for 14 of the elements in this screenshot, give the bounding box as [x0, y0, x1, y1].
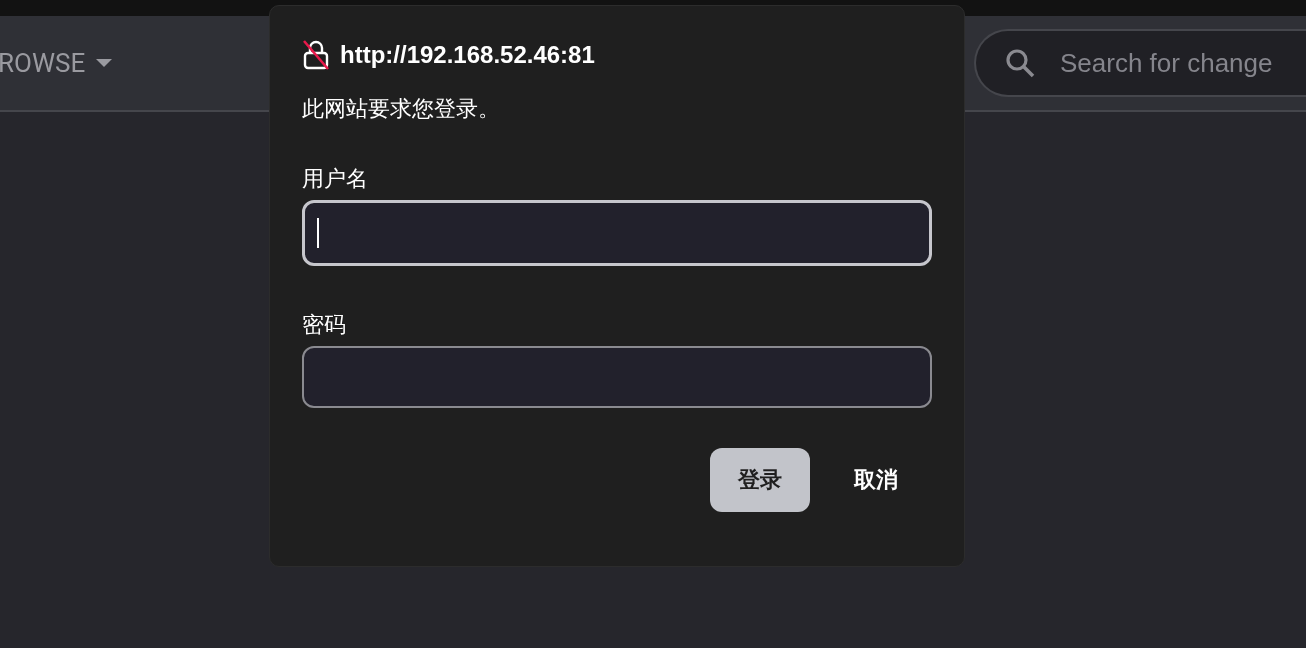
username-field[interactable]	[302, 200, 932, 266]
search-icon	[1004, 47, 1036, 79]
login-button[interactable]: 登录	[710, 448, 810, 512]
browse-menu[interactable]: ROWSE	[0, 48, 114, 78]
caret-icon	[95, 58, 114, 68]
field-label: 用户名	[302, 165, 369, 193]
cancel-button[interactable]: 取消	[828, 448, 924, 512]
login-message: 此网站要求您登录。	[302, 95, 501, 123]
field-label: 密码	[302, 311, 347, 339]
search-placeholder: Search for change	[1060, 47, 1273, 79]
dialog-title: http://192.168.52.46:81	[340, 41, 595, 69]
password-field[interactable]	[302, 346, 932, 408]
unlocked-padlock-icon	[302, 39, 330, 71]
search-field[interactable]: Search for change	[974, 29, 1306, 97]
